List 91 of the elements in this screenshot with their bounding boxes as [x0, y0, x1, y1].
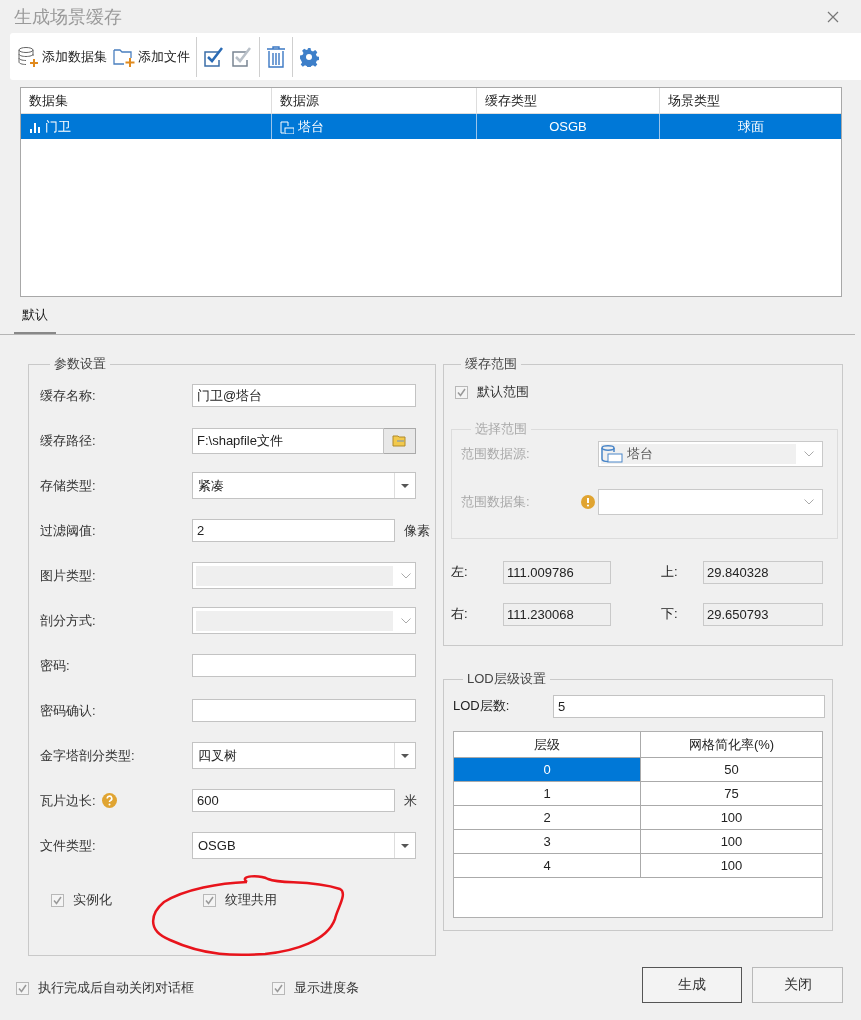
field-label: 缓存路径:	[40, 431, 96, 450]
unit-label: 米	[404, 791, 417, 810]
field-label: 过滤阈值:	[40, 521, 96, 540]
table-cell[interactable]: 4	[454, 854, 641, 877]
field-label: LOD层数:	[453, 697, 511, 715]
field-label: 左:	[451, 563, 469, 581]
group-title: 缓存范围	[464, 355, 518, 373]
group-title: 选择范围	[474, 420, 528, 438]
chart-icon	[29, 120, 41, 133]
column-header: 层级	[454, 732, 641, 757]
dropdown[interactable]	[192, 562, 416, 589]
close-button[interactable]: 关闭	[752, 967, 843, 1003]
database-icon	[601, 445, 623, 463]
chevron-icon	[804, 451, 814, 457]
table-cell: 球面	[737, 117, 764, 136]
caret-icon	[401, 753, 409, 758]
close-icon[interactable]	[827, 10, 839, 23]
window-title: 生成场景缓存	[14, 5, 122, 29]
table-row[interactable]: 门卫 塔台 OSGB 球面	[21, 114, 841, 139]
table-cell: 门卫	[45, 117, 71, 136]
checkbox-label: 纹理共用	[225, 891, 277, 909]
checkbox-icon	[203, 45, 225, 68]
field-label: 密码确认:	[40, 701, 96, 720]
readonly-field: 111.009786	[503, 560, 611, 584]
caret-icon	[401, 843, 409, 848]
trash-icon	[266, 45, 286, 68]
checkbox-label: 实例化	[73, 891, 112, 909]
dropdown[interactable]: 紧凑	[192, 472, 416, 499]
add-dataset-button[interactable]: 添加数据集	[14, 43, 110, 70]
input-field[interactable]: 2	[192, 519, 395, 542]
table-cell[interactable]: 100	[641, 854, 822, 877]
field-label: 剖分方式:	[40, 611, 96, 630]
table-cell[interactable]: 75	[641, 782, 822, 805]
tab[interactable]: 默认	[14, 306, 56, 334]
table-cell: OSGB	[549, 119, 587, 134]
table-cell[interactable]: 1	[454, 782, 641, 805]
dropdown[interactable]: 四叉树	[192, 742, 416, 769]
group-title: 参数设置	[53, 355, 107, 373]
unit-label: 像素	[404, 521, 430, 540]
field-label: 金字塔剖分类型:	[40, 746, 135, 765]
table-cell[interactable]: 50	[641, 758, 822, 781]
table-cell[interactable]: 3	[454, 830, 641, 853]
readonly-field: 111.230068	[503, 602, 611, 626]
readonly-field: 29.650793	[703, 602, 823, 626]
readonly-field: 29.840328	[703, 560, 823, 584]
input-field[interactable]: 门卫@塔台	[192, 384, 416, 407]
table-cell[interactable]: 100	[641, 830, 822, 853]
column-header: 网格简化率(%)	[687, 735, 776, 754]
group-title: LOD层级设置	[466, 670, 547, 688]
dropdown[interactable]	[192, 607, 416, 634]
input-field[interactable]	[192, 699, 416, 722]
add-file-button[interactable]: 添加文件	[110, 43, 193, 70]
help-icon[interactable]	[101, 793, 117, 808]
field-label: 下:	[661, 605, 679, 623]
field-label: 图片类型:	[40, 566, 96, 585]
table-cell[interactable]: 2	[454, 806, 641, 829]
table-cell: 塔台	[298, 117, 324, 136]
generate-button[interactable]: 生成	[642, 967, 742, 1003]
checkbox-label: 显示进度条	[294, 979, 359, 997]
dropdown[interactable]: OSGB	[192, 832, 416, 859]
checkbox-label: 默认范围	[477, 383, 529, 401]
checkbox-label: 执行完成后自动关闭对话框	[38, 979, 194, 997]
browse-button[interactable]	[384, 427, 416, 454]
input-field[interactable]: F:\shapfile文件	[192, 427, 384, 454]
input-field[interactable]: 600	[192, 789, 395, 812]
field-label: 密码:	[40, 656, 70, 675]
input-field[interactable]: 5	[553, 694, 825, 718]
chevron-icon	[401, 617, 411, 624]
caret-icon	[401, 483, 409, 488]
field-label: 文件类型:	[40, 836, 96, 855]
field-label: 瓦片边长:	[40, 791, 96, 810]
column-header[interactable]: 数据集	[21, 88, 272, 113]
column-header[interactable]: 数据源	[272, 88, 477, 113]
field-label: 范围数据集:	[461, 493, 530, 511]
field-label: 右:	[451, 605, 469, 623]
field-label: 缓存名称:	[40, 386, 96, 405]
database-plus-icon	[17, 45, 39, 68]
table-cell[interactable]: 0	[454, 758, 641, 781]
field-label: 范围数据源:	[461, 445, 531, 463]
settings-icon	[299, 46, 319, 67]
field-label: 存储类型:	[40, 476, 96, 495]
checkbox-icon	[231, 45, 253, 68]
column-header[interactable]: 缓存类型	[477, 88, 660, 113]
chevron-icon	[804, 499, 814, 505]
database-icon	[280, 119, 294, 134]
column-header[interactable]: 场景类型	[660, 88, 841, 113]
field-label: 上:	[661, 563, 679, 581]
table-cell[interactable]: 100	[641, 806, 822, 829]
folder-icon	[391, 434, 408, 447]
chevron-icon	[401, 572, 411, 579]
input-field[interactable]	[192, 654, 416, 677]
